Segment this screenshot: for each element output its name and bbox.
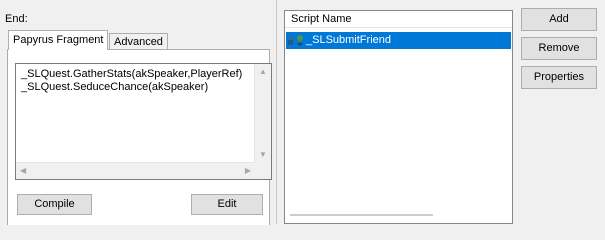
compile-button[interactable]: Compile (17, 194, 92, 215)
vertical-scrollbar[interactable]: ▲ ▼ (254, 64, 271, 179)
edit-button[interactable]: Edit (191, 194, 263, 215)
list-horizontal-scroll[interactable] (290, 214, 433, 216)
scripts-list[interactable]: Script Name _SLSubmitFriend (284, 10, 513, 224)
tab-advanced[interactable]: Advanced (109, 33, 168, 50)
end-label: End: (5, 13, 28, 25)
list-item-label: _SLSubmitFriend (306, 34, 391, 46)
scroll-left-icon[interactable]: ◀ (20, 167, 26, 175)
horizontal-scrollbar[interactable]: ◀ ▶ (16, 162, 255, 179)
scroll-up-icon[interactable]: ▲ (259, 68, 267, 76)
panel-divider (276, 0, 277, 224)
column-header-script-name[interactable]: Script Name (291, 13, 352, 25)
papyrus-code-editor[interactable]: _SLQuest.GatherStats(akSpeaker,PlayerRef… (15, 63, 272, 180)
script-icon (288, 33, 304, 50)
remove-button[interactable]: Remove (521, 37, 597, 60)
list-header[interactable]: Script Name (285, 11, 512, 28)
scroll-right-icon[interactable]: ▶ (245, 167, 251, 175)
code-line: _SLQuest.GatherStats(akSpeaker,PlayerRef… (21, 68, 243, 80)
list-item[interactable]: _SLSubmitFriend (286, 32, 511, 49)
scroll-down-icon[interactable]: ▼ (259, 151, 267, 159)
add-button[interactable]: Add (521, 8, 597, 31)
tab-papyrus-fragment[interactable]: Papyrus Fragment (8, 30, 109, 50)
properties-button[interactable]: Properties (521, 66, 597, 89)
code-line: _SLQuest.SeduceChance(akSpeaker) (21, 81, 209, 93)
